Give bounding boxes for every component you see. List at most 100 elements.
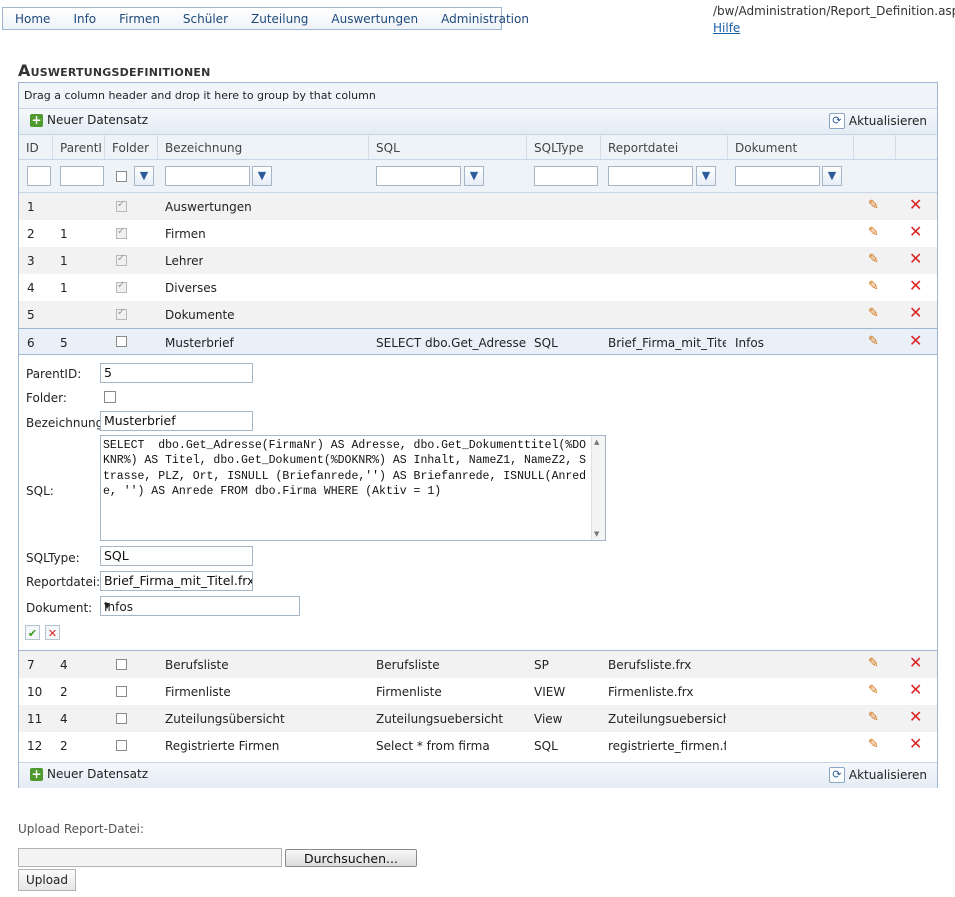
- cell-reportdatei: Berufsliste.frx: [608, 658, 692, 672]
- add-record-button-bottom[interactable]: + Neuer Datensatz: [30, 767, 148, 781]
- nav-home[interactable]: Home: [15, 12, 50, 26]
- cell-id: 10: [27, 685, 43, 699]
- delete-icon[interactable]: ✕: [909, 278, 923, 294]
- edit-icon[interactable]: ✎: [868, 684, 882, 698]
- edit-icon[interactable]: ✎: [868, 335, 882, 349]
- nav-firmen[interactable]: Firmen: [119, 12, 160, 26]
- edit-icon[interactable]: ✎: [868, 711, 882, 725]
- delete-icon[interactable]: ✕: [909, 655, 923, 671]
- cell-sql: Select * from firma: [376, 739, 490, 753]
- col-header-reportdatei[interactable]: Reportdatei: [608, 141, 678, 155]
- browse-button[interactable]: Durchsuchen...: [285, 849, 417, 867]
- edit-icon[interactable]: ✎: [868, 307, 882, 321]
- cell-id: 7: [27, 658, 35, 672]
- scroll-up-icon[interactable]: ▲: [594, 438, 599, 446]
- filter-input-sqltype[interactable]: [534, 166, 598, 186]
- parentid-field[interactable]: 5: [100, 363, 253, 383]
- refresh-label: Aktualisieren: [848, 114, 927, 128]
- label-parentid: ParentID:: [26, 367, 82, 381]
- cell-bezeichnung: Musterbrief: [165, 336, 234, 350]
- edit-icon[interactable]: ✎: [868, 226, 882, 240]
- table-row[interactable]: 2 1 Firmen ✎ ✕: [19, 220, 937, 247]
- nav-zuteilung[interactable]: Zuteilung: [251, 12, 308, 26]
- delete-icon[interactable]: ✕: [909, 736, 923, 752]
- page-path: /bw/Administration/Report_Definition.asp…: [713, 4, 955, 18]
- reportdatei-field[interactable]: Brief_Firma_mit_Titel.frx: [100, 571, 253, 591]
- filter-input-bezeichnung[interactable]: [165, 166, 250, 186]
- filter-icon[interactable]: ▼: [696, 166, 716, 186]
- edit-icon[interactable]: ✎: [868, 199, 882, 213]
- edit-icon[interactable]: ✎: [868, 253, 882, 267]
- col-header-sql[interactable]: SQL: [376, 141, 400, 155]
- col-header-sqltype[interactable]: SQLType: [534, 141, 584, 155]
- upload-button[interactable]: Upload: [18, 869, 76, 891]
- table-row[interactable]: 5 Dokumente ✎ ✕: [19, 301, 937, 328]
- filter-input-dokument[interactable]: [735, 166, 820, 186]
- cancel-icon[interactable]: ✕: [45, 625, 60, 640]
- delete-icon[interactable]: ✕: [909, 224, 923, 240]
- table-row[interactable]: 4 1 Diverses ✎ ✕: [19, 274, 937, 301]
- filter-input-id[interactable]: [27, 166, 51, 186]
- filter-checkbox-folder[interactable]: [116, 171, 127, 182]
- table-row[interactable]: 10 2 Firmenliste Firmenliste VIEW Firmen…: [19, 678, 937, 705]
- delete-icon[interactable]: ✕: [909, 709, 923, 725]
- filter-input-reportdatei[interactable]: [608, 166, 693, 186]
- col-header-parentid[interactable]: ParentID: [60, 141, 102, 155]
- table-row[interactable]: 12 2 Registrierte Firmen Select * from f…: [19, 732, 937, 759]
- table-row-selected[interactable]: 6 5 Musterbrief SELECT dbo.Get_Adresse(F…: [19, 328, 937, 355]
- filter-icon[interactable]: ▼: [252, 166, 272, 186]
- help-link[interactable]: Hilfe: [713, 21, 740, 35]
- col-header-dokument[interactable]: Dokument: [735, 141, 797, 155]
- table-row[interactable]: 7 4 Berufsliste Berufsliste SP Berufslis…: [19, 651, 937, 678]
- edit-icon[interactable]: ✎: [868, 280, 882, 294]
- check-icon[interactable]: ✔: [25, 625, 40, 640]
- label-sql: SQL:: [26, 484, 54, 498]
- filter-input-parentid[interactable]: [60, 166, 104, 186]
- nav-schueler[interactable]: Schüler: [183, 12, 228, 26]
- cell-id: 1: [27, 200, 35, 214]
- sqltype-field[interactable]: SQL: [100, 546, 253, 566]
- bezeichnung-field[interactable]: Musterbrief: [100, 411, 253, 431]
- label-folder: Folder:: [26, 391, 67, 405]
- dokument-select[interactable]: Infos ▼: [100, 596, 300, 616]
- scroll-down-icon[interactable]: ▼: [594, 530, 599, 538]
- filter-input-sql[interactable]: [376, 166, 461, 186]
- folder-checkbox: [116, 280, 127, 293]
- nav-auswertungen[interactable]: Auswertungen: [331, 12, 418, 26]
- cell-bezeichnung: Firmenliste: [165, 685, 231, 699]
- add-record-button-top[interactable]: + Neuer Datensatz: [30, 113, 148, 127]
- sql-textarea[interactable]: SELECT dbo.Get_Adresse(FirmaNr) AS Adres…: [100, 435, 606, 541]
- plus-icon: +: [30, 112, 43, 127]
- cell-bezeichnung: Berufsliste: [165, 658, 229, 672]
- nav-info[interactable]: Info: [73, 12, 96, 26]
- edit-form: ParentID: 5 Folder: Bezeichnung: Musterb…: [19, 355, 937, 651]
- delete-icon[interactable]: ✕: [909, 251, 923, 267]
- delete-icon[interactable]: ✕: [909, 305, 923, 321]
- folder-checkbox-edit[interactable]: [104, 391, 116, 403]
- table-row[interactable]: 3 1 Lehrer ✎ ✕: [19, 247, 937, 274]
- delete-icon[interactable]: ✕: [909, 682, 923, 698]
- refresh-button-bottom[interactable]: ⟳ Aktualisieren: [828, 767, 927, 783]
- cell-bezeichnung: Auswertungen: [165, 200, 252, 214]
- table-row[interactable]: 11 4 Zuteilungsübersicht Zuteilungsueber…: [19, 705, 937, 732]
- col-header-folder[interactable]: Folder: [112, 141, 149, 155]
- top-navigation: Home Info Firmen Schüler Zuteilung Auswe…: [2, 7, 529, 30]
- delete-icon[interactable]: ✕: [909, 333, 923, 349]
- edit-icon[interactable]: ✎: [868, 657, 882, 671]
- filter-icon[interactable]: ▼: [134, 166, 154, 186]
- textarea-scrollbar[interactable]: ▲ ▼: [591, 436, 605, 540]
- col-header-bezeichnung[interactable]: Bezeichnung: [165, 141, 242, 155]
- refresh-button-top[interactable]: ⟳ Aktualisieren: [828, 113, 927, 129]
- nav-administration[interactable]: Administration: [441, 12, 529, 26]
- cell-id: 2: [27, 227, 35, 241]
- filter-icon[interactable]: ▼: [464, 166, 484, 186]
- cell-bezeichnung: Lehrer: [165, 254, 204, 268]
- table-row[interactable]: 1 Auswertungen ✎ ✕: [19, 193, 937, 220]
- filter-row: ▼ ▼ ▼ ▼ ▼: [19, 160, 937, 193]
- group-panel[interactable]: Drag a column header and drop it here to…: [19, 83, 937, 109]
- edit-icon[interactable]: ✎: [868, 738, 882, 752]
- file-path-input[interactable]: [18, 848, 282, 867]
- filter-icon[interactable]: ▼: [822, 166, 842, 186]
- cell-bezeichnung: Registrierte Firmen: [165, 739, 280, 753]
- delete-icon[interactable]: ✕: [909, 197, 923, 213]
